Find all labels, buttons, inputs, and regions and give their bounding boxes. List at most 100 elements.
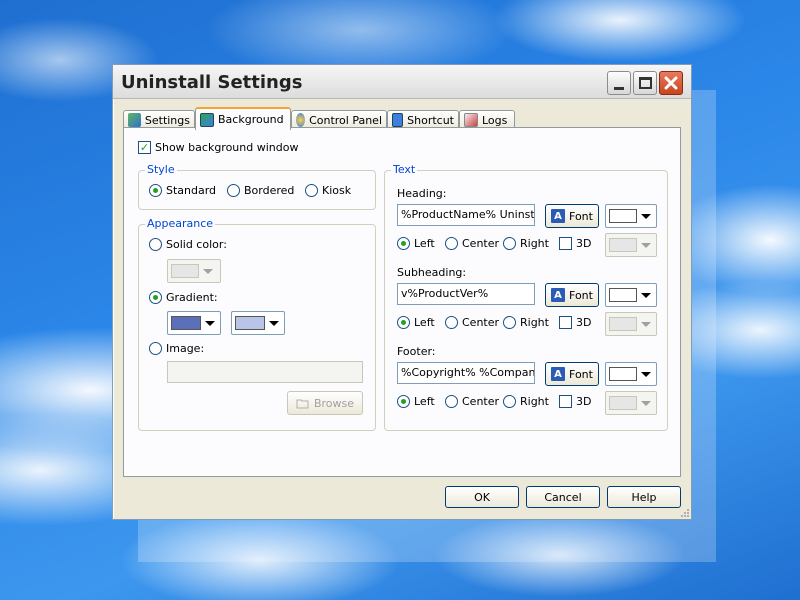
dropdown-arrow-icon: [269, 320, 279, 326]
shortcut-icon: [392, 113, 404, 127]
style-bordered-radio[interactable]: Bordered: [227, 184, 294, 197]
title-bar[interactable]: Uninstall Settings: [113, 65, 691, 99]
background-icon: [200, 112, 214, 127]
help-button[interactable]: Help: [607, 486, 681, 508]
maximize-button[interactable]: [633, 71, 657, 95]
gradient-start-color-picker[interactable]: [167, 311, 221, 335]
tab-label: Logs: [482, 113, 508, 127]
heading-align-center-radio[interactable]: Center: [445, 237, 499, 250]
font-label: Font: [569, 209, 593, 223]
radio-selected-icon: [397, 237, 410, 250]
heading-align-right-radio[interactable]: Right: [503, 237, 549, 250]
ok-button[interactable]: OK: [445, 486, 519, 508]
dropdown-arrow-icon: [641, 292, 651, 298]
radio-label: Gradient:: [166, 291, 218, 304]
show-background-checkbox[interactable]: ✓ Show background window: [138, 141, 298, 154]
window-title: Uninstall Settings: [121, 72, 303, 93]
dropdown-arrow-icon: [203, 268, 213, 274]
radio-label: Image:: [166, 342, 205, 355]
style-kiosk-radio[interactable]: Kiosk: [305, 184, 351, 197]
subheading-3d-color-swatch: [609, 317, 637, 331]
footer-input[interactable]: %Copyright% %CompanyNa: [397, 362, 535, 384]
subheading-color-swatch: [609, 288, 637, 302]
style-standard-radio[interactable]: Standard: [149, 184, 216, 197]
footer-3d-color-picker[interactable]: [605, 391, 657, 415]
tab-background[interactable]: Background: [195, 107, 291, 130]
heading-3d-checkbox[interactable]: 3D: [559, 237, 591, 250]
heading-color-picker[interactable]: [605, 204, 657, 228]
browse-icon: [296, 399, 309, 409]
solid-color-picker[interactable]: [167, 259, 221, 283]
font-icon: A: [551, 367, 566, 381]
radio-selected-icon: [149, 291, 162, 304]
checkbox-icon: [559, 395, 572, 408]
settings-icon: [128, 113, 141, 127]
heading-align-left-radio[interactable]: Left: [397, 237, 435, 250]
tab-label: Shortcut: [407, 113, 454, 127]
browse-button[interactable]: Browse: [287, 391, 363, 415]
checkbox-icon: [559, 237, 572, 250]
image-radio[interactable]: Image:: [149, 342, 204, 355]
heading-input[interactable]: %ProductName% Uninstall: [397, 204, 535, 226]
tab-label: Background: [218, 113, 284, 126]
resize-grip-icon[interactable]: [679, 507, 689, 517]
style-legend: Style: [145, 163, 177, 176]
radio-icon: [149, 238, 162, 251]
image-path-field[interactable]: [167, 361, 363, 383]
gradient-end-color-picker[interactable]: [231, 311, 285, 335]
checkbox-label: 3D: [576, 237, 592, 250]
subheading-color-picker[interactable]: [605, 283, 657, 307]
font-icon: A: [551, 288, 566, 302]
footer-align-right-radio[interactable]: Right: [503, 395, 549, 408]
tab-label: Settings: [144, 113, 190, 127]
gradient-radio[interactable]: Gradient:: [149, 291, 218, 304]
heading-label: Heading:: [397, 187, 447, 200]
footer-3d-checkbox[interactable]: 3D: [559, 395, 591, 408]
radio-icon: [503, 316, 516, 329]
checkmark-icon: ✓: [138, 141, 151, 154]
text-group: Text Heading: %ProductName% Uninstall A …: [384, 163, 668, 431]
dropdown-arrow-icon: [641, 371, 651, 377]
radio-label: Right: [520, 316, 549, 329]
footer-3d-color-swatch: [609, 396, 637, 410]
checkbox-icon: [559, 316, 572, 329]
minimize-icon: [614, 86, 624, 90]
footer-font-button[interactable]: A Font: [545, 362, 599, 386]
text-legend: Text: [391, 163, 418, 176]
subheading-font-button[interactable]: A Font: [545, 283, 599, 307]
radio-icon: [503, 395, 516, 408]
font-icon: A: [551, 209, 566, 223]
appearance-legend: Appearance: [145, 217, 216, 230]
heading-color-swatch: [609, 209, 637, 223]
footer-align-left-radio[interactable]: Left: [397, 395, 435, 408]
heading-3d-color-swatch: [609, 238, 637, 252]
subheading-label: Subheading:: [397, 266, 467, 279]
minimize-button[interactable]: [607, 71, 631, 95]
subheading-3d-checkbox[interactable]: 3D: [559, 316, 591, 329]
logs-icon: [464, 113, 478, 127]
control-panel-icon: [296, 113, 306, 127]
radio-label: Kiosk: [322, 184, 352, 197]
footer-color-picker[interactable]: [605, 362, 657, 386]
footer-align-center-radio[interactable]: Center: [445, 395, 499, 408]
heading-3d-color-picker[interactable]: [605, 233, 657, 257]
cancel-button[interactable]: Cancel: [526, 486, 600, 508]
radio-icon: [227, 184, 240, 197]
close-button[interactable]: [659, 71, 683, 95]
heading-font-button[interactable]: A Font: [545, 204, 599, 228]
gradient-end-swatch: [235, 316, 265, 330]
solid-color-radio[interactable]: Solid color:: [149, 238, 227, 251]
subheading-input[interactable]: v%ProductVer%: [397, 283, 535, 305]
radio-icon: [149, 342, 162, 355]
tab-label: Control Panel: [309, 113, 382, 127]
style-group: Style Standard Bordered Kiosk: [138, 163, 376, 210]
checkbox-label: 3D: [576, 316, 592, 329]
subheading-align-center-radio[interactable]: Center: [445, 316, 499, 329]
subheading-align-left-radio[interactable]: Left: [397, 316, 435, 329]
radio-icon: [445, 316, 458, 329]
dropdown-arrow-icon: [641, 213, 651, 219]
subheading-3d-color-picker[interactable]: [605, 312, 657, 336]
subheading-align-right-radio[interactable]: Right: [503, 316, 549, 329]
radio-label: Left: [414, 316, 435, 329]
maximize-icon: [638, 77, 652, 89]
